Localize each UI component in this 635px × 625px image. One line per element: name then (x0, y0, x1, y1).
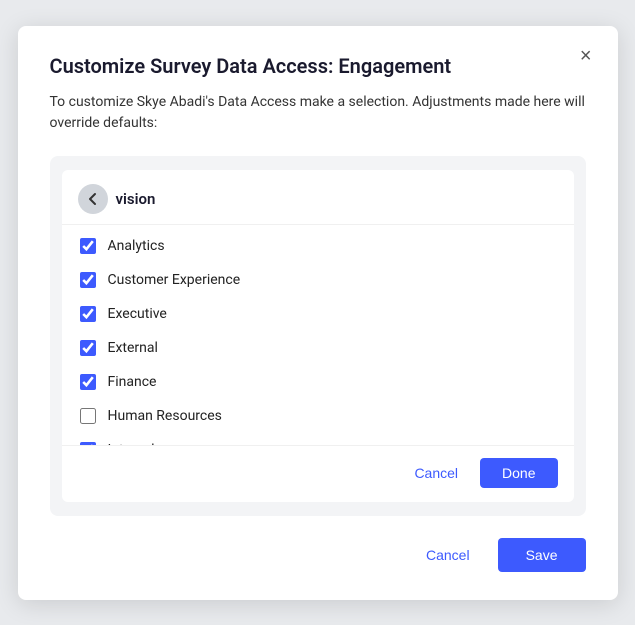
inner-panel: vision Analytics Customer Experience Execu… (62, 170, 574, 502)
modal: × Customize Survey Data Access: Engageme… (18, 26, 618, 600)
back-button[interactable] (78, 184, 108, 214)
panel-cancel-button[interactable]: Cancel (402, 458, 470, 488)
back-icon (86, 192, 100, 206)
list-item: Customer Experience (62, 263, 574, 297)
list-item: External (62, 331, 574, 365)
label-executive: Executive (108, 306, 167, 322)
label-internal: Internal (108, 442, 155, 445)
label-external: External (108, 340, 158, 356)
panel-heading: vision (116, 190, 156, 208)
list-item: Finance (62, 365, 574, 399)
modal-cancel-button[interactable]: Cancel (410, 538, 486, 572)
panel-header: vision (62, 170, 574, 225)
list-item: Human Resources (62, 399, 574, 433)
checkbox-external[interactable] (80, 340, 96, 356)
modal-overlay: × Customize Survey Data Access: Engageme… (0, 0, 635, 625)
list-item: Internal (62, 433, 574, 445)
panel-footer: Cancel Done (62, 445, 574, 502)
checkbox-analytics[interactable] (80, 238, 96, 254)
checkbox-executive[interactable] (80, 306, 96, 322)
modal-save-button[interactable]: Save (498, 538, 586, 572)
modal-title: Customize Survey Data Access: Engagement (50, 54, 586, 78)
label-finance: Finance (108, 374, 157, 390)
label-human-resources: Human Resources (108, 408, 222, 424)
checkbox-finance[interactable] (80, 374, 96, 390)
checkbox-list: Analytics Customer Experience Executive Ext… (62, 225, 574, 445)
modal-footer: Cancel Save (50, 538, 586, 572)
panel-done-button[interactable]: Done (480, 458, 557, 488)
checkbox-internal[interactable] (80, 442, 96, 445)
modal-description: To customize Skye Abadi's Data Access ma… (50, 92, 586, 134)
label-analytics: Analytics (108, 238, 165, 254)
outer-panel: vision Analytics Customer Experience Execu… (50, 156, 586, 516)
list-item: Executive (62, 297, 574, 331)
checkbox-customer-experience[interactable] (80, 272, 96, 288)
close-button[interactable]: × (574, 44, 598, 68)
label-customer-experience: Customer Experience (108, 272, 241, 288)
checkbox-human-resources[interactable] (80, 408, 96, 424)
list-item: Analytics (62, 229, 574, 263)
